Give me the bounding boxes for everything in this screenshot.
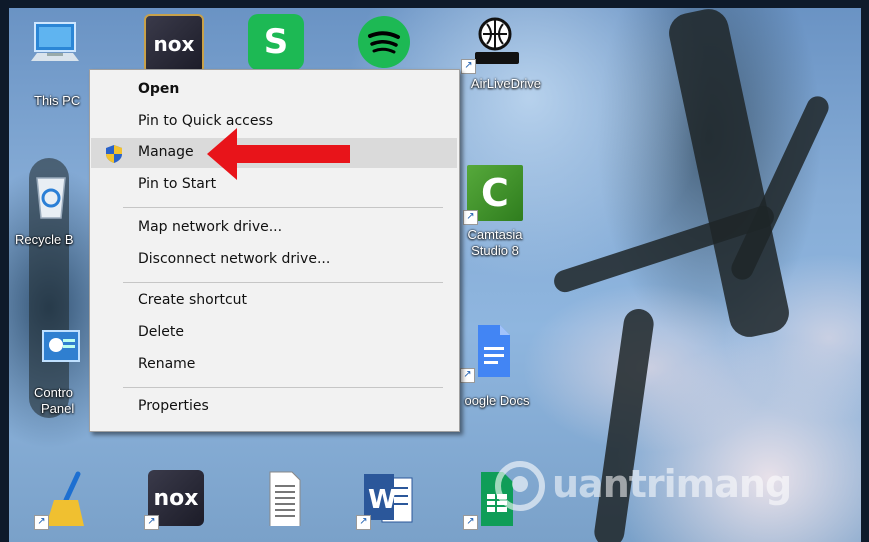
menu-item-label: Map network drive... [138,219,283,235]
camtasia-label: Camtasia Studio 8 [447,227,543,259]
camtasia-label-line1: Camtasia [467,227,523,242]
desktop-icon-word[interactable]: W ↗ [340,470,436,530]
menu-item-properties[interactable]: Properties [91,392,457,422]
camtasia-label-line2: Studio 8 [471,243,519,258]
desktop-icon-recycle-bin[interactable]: Recycle B [3,168,99,248]
recycle-bin-label: Recycle B [15,232,74,247]
watermark-logo-icon [495,461,545,511]
desktop-icon-nox-bottom[interactable]: nox ↗ [128,470,224,530]
google-docs-icon: ↗ [460,323,520,383]
desktop-icon-ccleaner[interactable]: ↗ [18,470,114,530]
desktop-icon-spotify[interactable] [336,14,432,70]
menu-item-label: Delete [138,324,184,340]
menu-item-label: Open [138,81,180,97]
shortcut-arrow-icon: ↗ [463,210,478,225]
desktop-icon-nox-top[interactable]: nox [124,14,220,74]
desktop-icon-s-app[interactable]: S [228,14,324,70]
menu-item-delete[interactable]: Delete [91,318,457,348]
menu-item-open[interactable]: Open [91,75,457,105]
menu-item-label: Rename [138,356,196,372]
shortcut-arrow-icon: ↗ [461,59,476,74]
menu-item-rename[interactable]: Rename [91,350,457,380]
menu-item-map-network-drive[interactable]: Map network drive... [91,213,457,243]
menu-item-create-shortcut[interactable]: Create shortcut [91,286,457,316]
menu-item-label: Create shortcut [138,292,248,308]
spotify-icon [356,14,412,70]
menu-separator [123,282,443,283]
nox-icon: nox [144,14,204,74]
computer-icon [27,17,83,73]
menu-item-label: Pin to Start [138,176,217,192]
shortcut-arrow-icon: ↗ [463,515,478,530]
shield-icon [106,145,122,163]
s-app-icon: S [248,14,304,70]
menu-separator [123,207,443,208]
menu-item-disconnect-network-drive[interactable]: Disconnect network drive... [91,245,457,275]
menu-item-label: Manage [138,144,194,160]
control-panel-icon [27,325,83,381]
shortcut-arrow-icon: ↗ [34,515,49,530]
broom-icon: ↗ [34,470,94,530]
desktop-icon-text-file[interactable] [236,470,332,531]
shortcut-arrow-icon: ↗ [144,515,159,530]
word-icon: W ↗ [356,470,416,530]
watermark: uantrimang [492,452,822,522]
shortcut-arrow-icon: ↗ [460,368,475,383]
airlivedrive-icon: ↗ [461,14,521,74]
red-arrow-annotation [207,128,350,180]
svg-text:W: W [368,485,397,515]
desktop-icon-camtasia[interactable]: C ↗ Camtasia Studio 8 [447,165,543,259]
menu-separator [123,387,443,388]
nox-icon: nox ↗ [144,470,204,530]
context-menu: Open Pin to Quick access Manage Pin to S… [89,69,460,432]
watermark-text: uantrimang [552,462,792,506]
recycle-bin-icon [23,168,79,224]
camtasia-icon: C ↗ [463,165,523,225]
menu-item-label: Properties [138,398,209,414]
document-icon [256,470,312,531]
shortcut-arrow-icon: ↗ [356,515,371,530]
menu-item-label: Disconnect network drive... [138,251,331,267]
